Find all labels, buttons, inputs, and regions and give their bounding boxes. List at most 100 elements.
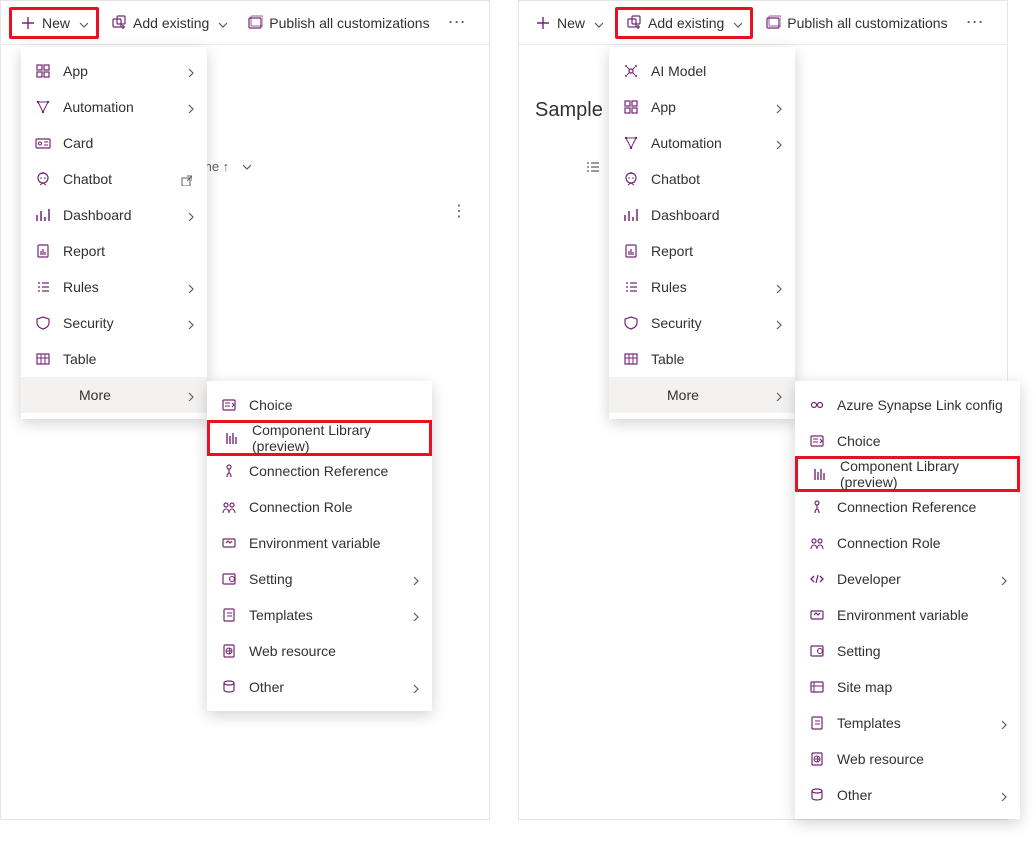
menu-item-chatbot[interactable]: Chatbot	[609, 161, 795, 197]
menu-item-security[interactable]: Security	[21, 305, 207, 341]
menu-item-choice[interactable]: Choice	[795, 423, 1020, 459]
menu-item-app[interactable]: App	[21, 53, 207, 89]
menu-item-label: Developer	[837, 571, 996, 587]
chevron-right-icon	[183, 281, 195, 293]
synapse-icon	[807, 397, 827, 413]
menu-item-automation[interactable]: Automation	[609, 125, 795, 161]
menu-item-security[interactable]: Security	[609, 305, 795, 341]
menu-item-label: Rules	[651, 279, 771, 295]
menu-item-developer[interactable]: Developer	[795, 561, 1020, 597]
menu-item-ai-model[interactable]: AI Model	[609, 53, 795, 89]
choice-icon	[219, 397, 239, 413]
connection-icon	[807, 499, 827, 515]
menu-item-label: Table	[63, 351, 195, 367]
menu-item-label: Report	[651, 243, 783, 259]
new-button[interactable]: New	[527, 7, 611, 39]
menu-item-label: Security	[63, 315, 183, 331]
chevron-right-icon	[183, 101, 195, 113]
menu-item-table[interactable]: Table	[21, 341, 207, 377]
menu-item-connection-reference[interactable]: Connection Reference	[207, 453, 432, 489]
add-existing-icon	[626, 15, 642, 31]
chevron-right-icon	[183, 317, 195, 329]
menu-item-label: Choice	[249, 397, 420, 413]
chevron-right-icon	[408, 573, 420, 585]
menu-item-label: Environment variable	[249, 535, 420, 551]
menu-item-web-resource[interactable]: Web resource	[207, 633, 432, 669]
menu-item-label: Web resource	[249, 643, 420, 659]
menu-item-setting[interactable]: Setting	[207, 561, 432, 597]
chevron-right-icon	[996, 789, 1008, 801]
app-icon	[33, 63, 53, 79]
new-button[interactable]: New	[9, 7, 99, 39]
menu-item-site-map[interactable]: Site map	[795, 669, 1020, 705]
menu-item-app[interactable]: App	[609, 89, 795, 125]
card-icon	[33, 135, 53, 151]
menu-item-environment-variable[interactable]: Environment variable	[795, 597, 1020, 633]
add-existing-button[interactable]: Add existing	[103, 7, 235, 39]
chevron-right-icon	[771, 101, 783, 113]
menu-item-connection-role[interactable]: Connection Role	[207, 489, 432, 525]
menu-item-label: Table	[651, 351, 783, 367]
chevron-down-icon	[215, 17, 227, 29]
security-icon	[33, 315, 53, 331]
menu-item-component-library-preview-[interactable]: Component Library (preview)	[207, 420, 432, 456]
menu-item-label: Dashboard	[651, 207, 783, 223]
menu-item-azure-synapse-link-config[interactable]: Azure Synapse Link config	[795, 387, 1020, 423]
menu-item-connection-reference[interactable]: Connection Reference	[795, 489, 1020, 525]
table-icon	[621, 351, 641, 367]
menu-item-dashboard[interactable]: Dashboard	[21, 197, 207, 233]
menu-item-label: App	[63, 63, 183, 79]
menu-item-environment-variable[interactable]: Environment variable	[207, 525, 432, 561]
left-panel: New Add existing Publish all customizati…	[0, 0, 490, 820]
menu-item-label: Report	[63, 243, 195, 259]
menu-item-other[interactable]: Other	[207, 669, 432, 705]
add-existing-icon	[111, 15, 127, 31]
menu-item-table[interactable]: Table	[609, 341, 795, 377]
menu-item-rules[interactable]: Rules	[609, 269, 795, 305]
new-button-label: New	[42, 15, 70, 31]
menu-item-automation[interactable]: Automation	[21, 89, 207, 125]
plus-icon	[20, 15, 36, 31]
menu-item-web-resource[interactable]: Web resource	[795, 741, 1020, 777]
menu-item-rules[interactable]: Rules	[21, 269, 207, 305]
menu-item-report[interactable]: Report	[609, 233, 795, 269]
menu-item-more[interactable]: More	[609, 377, 795, 413]
menu-item-label: Chatbot	[651, 171, 783, 187]
menu-item-label: More	[667, 387, 771, 403]
envvar-icon	[807, 607, 827, 623]
list-view-icon[interactable]	[585, 159, 601, 175]
menu-item-label: Templates	[249, 607, 408, 623]
menu-item-chatbot[interactable]: Chatbot	[21, 161, 207, 197]
menu-item-more[interactable]: More	[21, 377, 207, 413]
overflow-button[interactable]: ⋯	[440, 12, 475, 33]
menu-item-card[interactable]: Card	[21, 125, 207, 161]
menu-item-dashboard[interactable]: Dashboard	[609, 197, 795, 233]
menu-item-templates[interactable]: Templates	[207, 597, 432, 633]
menu-item-connection-role[interactable]: Connection Role	[795, 525, 1020, 561]
report-icon	[621, 243, 641, 259]
right-panel: New Add existing Publish all customizati…	[518, 0, 1008, 820]
menu-item-choice[interactable]: Choice	[207, 387, 432, 423]
menu-item-other[interactable]: Other	[795, 777, 1020, 813]
add-existing-button[interactable]: Add existing	[615, 7, 753, 39]
add-existing-label: Add existing	[648, 15, 724, 31]
menu-item-setting[interactable]: Setting	[795, 633, 1020, 669]
menu-item-label: Web resource	[837, 751, 1008, 767]
menu-item-component-library-preview-[interactable]: Component Library (preview)	[795, 456, 1020, 492]
publish-button[interactable]: Publish all customizations	[757, 7, 955, 39]
chevron-right-icon	[183, 389, 195, 401]
developer-icon	[807, 571, 827, 587]
row-more-button[interactable]: ⋮	[443, 201, 475, 221]
chevron-right-icon	[408, 609, 420, 621]
menu-item-report[interactable]: Report	[21, 233, 207, 269]
external-link-icon	[179, 173, 195, 186]
publish-button[interactable]: Publish all customizations	[239, 7, 437, 39]
other-icon	[807, 787, 827, 803]
left-toolbar: New Add existing Publish all customizati…	[1, 1, 489, 45]
menu-item-label: Choice	[837, 433, 1008, 449]
name-sort-header[interactable]: me ↑	[201, 159, 251, 174]
menu-item-templates[interactable]: Templates	[795, 705, 1020, 741]
publish-icon	[765, 15, 781, 31]
overflow-button[interactable]: ⋯	[958, 12, 993, 33]
component-icon	[810, 466, 830, 482]
